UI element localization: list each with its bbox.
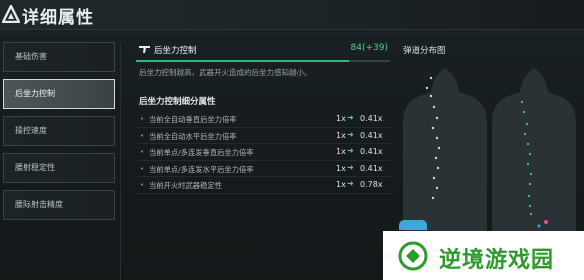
stat-progress-fill <box>136 60 350 62</box>
stat-progress-bar <box>136 60 390 62</box>
stat-name: 后坐力控制 <box>154 46 197 56</box>
nav-item-handling-speed[interactable]: 操控速度 <box>3 116 115 146</box>
list-item: • 当前全自动水平后坐力倍率 1x ➜ 0.41x <box>136 128 392 144</box>
bullet: • <box>140 181 145 189</box>
list-item: • 当前全自动垂直后坐力倍率 1x ➜ 0.41x <box>136 111 392 128</box>
sub-attr-from: 1x <box>336 147 346 156</box>
sub-attr-to: 0.78x <box>360 180 383 189</box>
nav-item-recoil-control[interactable]: 后坐力控制 <box>3 79 115 109</box>
watermark-text: 逆境游戏园 <box>439 248 555 273</box>
confirm-button[interactable] <box>399 220 427 230</box>
sub-attr-label: 当前单点/多连发水平后坐力倍率 <box>149 164 254 174</box>
sub-attr-label: 当前单点/多连发垂直后坐力倍率 <box>149 148 254 157</box>
arrow-right-icon: ➜ <box>347 179 354 188</box>
arrow-right-icon: ➜ <box>347 146 354 155</box>
nav-item-label: 腰际射击精度 <box>15 200 63 209</box>
arrow-right-icon: ➜ <box>347 162 354 172</box>
gun-icon <box>139 46 150 53</box>
list-item: • 当前开火时武器稳定性 1x ➜ 0.78x <box>136 177 392 194</box>
bullet: • <box>140 131 145 140</box>
sub-attr-from: 1x <box>336 163 346 173</box>
spread-title: 弹道分布图 <box>403 46 446 56</box>
bullet: • <box>140 164 145 173</box>
triangle-logo-icon <box>2 5 20 23</box>
nav-divider <box>120 42 121 280</box>
stat-detail-panel: 后坐力控制 84(+39) 后坐力控制越高，武器开火造成的后坐力感知越小。 后坐… <box>136 40 392 194</box>
sub-attr-from: 1x <box>336 130 346 140</box>
nav-item-label: 基础伤害 <box>15 52 47 61</box>
sub-attr-from: 1x <box>336 114 346 123</box>
list-item: • 当前单点/多连发垂直后坐力倍率 1x ➜ 0.41x <box>136 144 392 161</box>
site-logo-icon <box>398 241 428 271</box>
sub-attributes-list: • 当前全自动垂直后坐力倍率 1x ➜ 0.41x • 当前全自动水平后坐力倍率… <box>136 111 392 194</box>
stat-description: 后坐力控制越高，武器开火造成的后坐力感知越小。 <box>139 68 312 77</box>
sub-attr-to: 0.41x <box>360 163 383 173</box>
bullet: • <box>140 115 145 123</box>
nav-item-hipfire-stability[interactable]: 腰射稳定性 <box>3 153 115 183</box>
sub-attr-to: 0.41x <box>360 114 383 123</box>
nav-item-hipfire-accuracy[interactable]: 腰际射击精度 <box>3 190 115 220</box>
header-bar: 详细属性 <box>0 0 584 30</box>
sub-attr-to: 0.41x <box>360 130 383 140</box>
sub-attr-to: 0.41x <box>360 147 383 156</box>
stat-header: 后坐力控制 84(+39) <box>136 40 392 60</box>
watermark: 逆境游戏园 <box>383 231 584 280</box>
nav-item-label: 操控速度 <box>15 126 47 135</box>
sub-attr-label: 当前全自动水平后坐力倍率 <box>149 131 237 141</box>
nav-item-base-damage[interactable]: 基础伤害 <box>3 42 115 72</box>
stat-value: 84(+39) <box>350 43 388 53</box>
attribute-nav: 基础伤害 后坐力控制 操控速度 腰射稳定性 腰际射击精度 <box>3 42 115 227</box>
sub-attributes-title: 后坐力控制细分属性 <box>139 97 216 107</box>
sub-attr-from: 1x <box>336 180 346 189</box>
nav-item-label: 腰射稳定性 <box>15 163 55 172</box>
arrow-right-icon: ➜ <box>347 129 354 139</box>
arrow-right-icon: ➜ <box>347 113 354 122</box>
nav-item-label: 后坐力控制 <box>15 89 55 98</box>
bullet: • <box>140 148 145 156</box>
sub-attr-label: 当前全自动垂直后坐力倍率 <box>149 115 237 124</box>
list-item: • 当前单点/多连发水平后坐力倍率 1x ➜ 0.41x <box>136 161 392 177</box>
sub-attr-label: 当前开火时武器稳定性 <box>149 181 222 190</box>
page-title: 详细属性 <box>22 8 94 28</box>
